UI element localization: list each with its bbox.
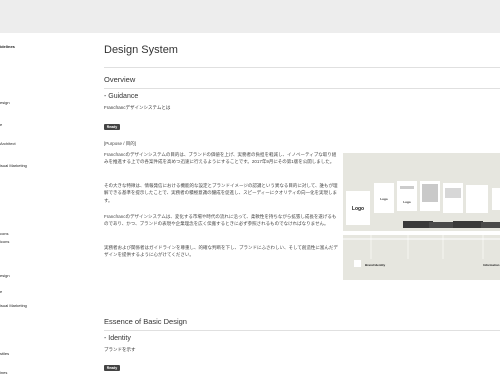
design-system-illustration: Logo Logo Logo Brand Identity Informatio… xyxy=(343,153,500,280)
guidance-lead: Francfrancデザインシステムとは xyxy=(104,105,171,110)
figure-card-label: Logo xyxy=(380,197,387,201)
sidebar-item[interactable]: cons xyxy=(0,231,8,236)
overview-divider xyxy=(104,88,500,89)
title-divider xyxy=(104,67,500,68)
sidebar-item[interactable]: stiles xyxy=(0,351,9,356)
sidebar-item[interactable]: e xyxy=(0,122,2,127)
overview-paragraph: Francfrancのデザインシステムは、変化する市場や時代の流れに沿って、柔軟… xyxy=(104,214,337,227)
overview-paragraph: その大きな特徴は、情報発信における機能的な設定とブランドイメージの認識という異な… xyxy=(104,183,338,203)
sidebar: idelines esign e Architect isual Marketing co… xyxy=(0,33,95,375)
guidance-subtitle: - Guidance xyxy=(104,93,139,100)
sidebar-item[interactable]: icons xyxy=(0,239,9,244)
top-bar xyxy=(0,0,500,33)
main-content: Design System Overview - Guidance Francf… xyxy=(104,33,500,375)
overview-paragraph: 実務者および関係者はガイドラインを尊重し、的確な判断を下し、ブランドにふさわしい… xyxy=(104,245,338,258)
figure-logo-label: Logo xyxy=(352,206,364,212)
identity-lead: ブランドを示す xyxy=(104,347,136,352)
sidebar-item[interactable]: Architect xyxy=(0,141,16,146)
essence-section-title: Essence of Basic Design xyxy=(104,317,187,326)
sidebar-item[interactable]: ines xyxy=(0,370,7,375)
figure-brand-identity-label: Brand Identity xyxy=(365,263,385,267)
sidebar-item[interactable]: idelines xyxy=(0,44,15,49)
illustration-graphic: Logo Logo Logo Brand Identity Informatio… xyxy=(343,181,500,267)
figure-card-label: Logo xyxy=(403,200,410,204)
status-badge: Ready xyxy=(104,365,120,371)
sidebar-item[interactable]: e xyxy=(0,289,2,294)
sidebar-item[interactable]: isual Marketing xyxy=(0,303,27,308)
sidebar-item[interactable]: esign xyxy=(0,273,10,278)
status-badge: Ready xyxy=(104,124,120,130)
essence-divider xyxy=(104,330,500,331)
purpose-label: [Purpose / 目的] xyxy=(104,141,137,146)
page-title: Design System xyxy=(104,44,178,56)
sidebar-item[interactable]: esign xyxy=(0,100,10,105)
identity-subtitle: - Identity xyxy=(104,335,131,342)
sidebar-item[interactable]: isual Marketing xyxy=(0,163,27,168)
figure-information-label: Information xyxy=(483,263,500,267)
overview-section-title: Overview xyxy=(104,75,136,84)
overview-paragraph: Francfrancのデザインシステムの目的は、ブランドの価値を上げ、実務者の負… xyxy=(104,152,337,165)
